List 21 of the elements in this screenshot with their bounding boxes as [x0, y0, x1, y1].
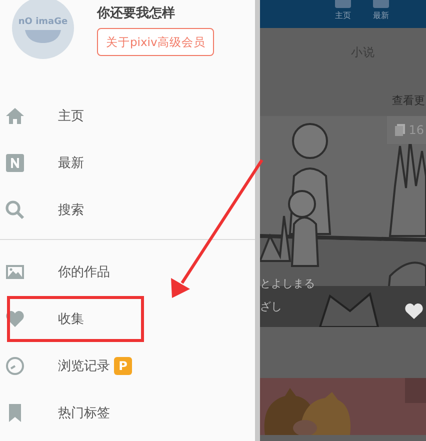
avatar-placeholder-text: nO imaGe	[18, 16, 68, 26]
work-title: とよしまる	[260, 276, 315, 291]
clock-icon	[5, 356, 25, 376]
menu-item[interactable]: 浏览记录 P	[0, 342, 255, 389]
heart-icon	[404, 302, 424, 320]
smile-icon	[23, 28, 63, 44]
menu-item[interactable]: 主页	[0, 92, 255, 139]
menu-item[interactable]: 最新	[0, 139, 255, 186]
home-icon	[5, 106, 25, 126]
letter-n-icon	[5, 152, 25, 172]
pages-icon	[394, 124, 405, 136]
menu-item[interactable]: 热门标签	[0, 389, 255, 436]
menu-item[interactable]: 你的作品	[0, 248, 255, 295]
premium-badge: P	[114, 356, 132, 374]
heart-icon	[5, 308, 25, 328]
search-icon	[5, 200, 25, 220]
tab[interactable]: 最新	[373, 0, 389, 28]
tab[interactable]: 主页	[335, 0, 351, 28]
menu-item[interactable]: 搜索	[0, 186, 255, 233]
user-name: 你还要我怎样	[97, 5, 175, 22]
author-name: ざし	[260, 299, 283, 314]
